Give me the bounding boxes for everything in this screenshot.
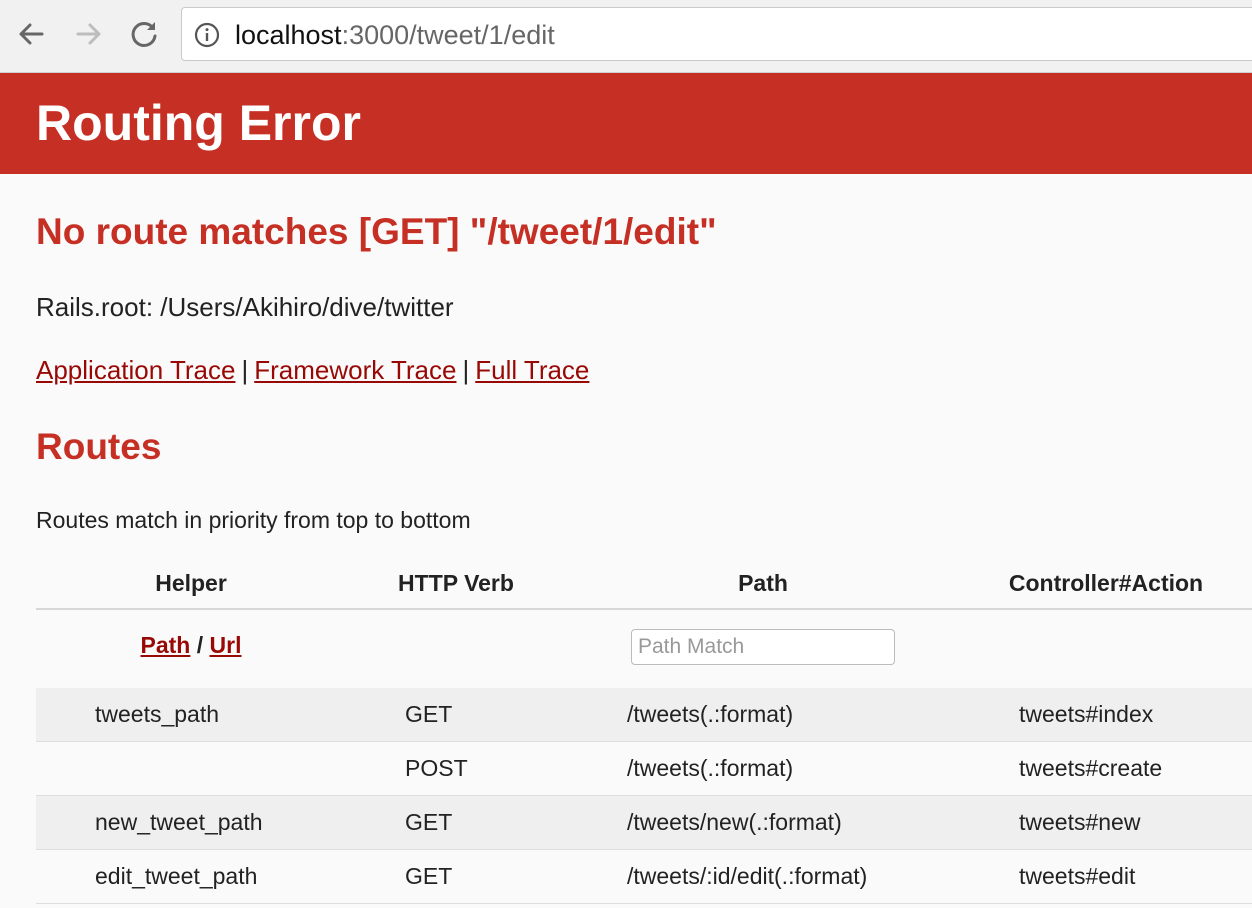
back-button[interactable] — [12, 14, 52, 54]
url-path: :3000/tweet/1/edit — [341, 20, 555, 50]
table-row: POST /tweets(.:format) tweets#create — [36, 742, 1252, 796]
forward-button[interactable] — [68, 14, 108, 54]
rails-root: Rails.root: /Users/Akihiro/dive/twitter — [36, 292, 454, 322]
cell-path: /tweets/:id/edit(.:format) — [627, 863, 868, 889]
browser-toolbar: localhost:3000/tweet/1/edit — [0, 0, 1252, 73]
url-link[interactable]: Url — [210, 632, 242, 658]
cell-path: /tweets(.:format) — [627, 755, 794, 781]
header-helper: Helper — [155, 570, 227, 596]
reload-icon — [131, 21, 157, 47]
routes-table: Helper HTTP Verb Path Controller#Action … — [36, 562, 1252, 904]
address-bar[interactable]: localhost:3000/tweet/1/edit — [181, 7, 1252, 61]
cell-verb: POST — [405, 755, 468, 781]
route-error-message: No route matches [GET] "/tweet/1/edit" — [36, 211, 717, 252]
cell-action: tweets#index — [1019, 701, 1154, 727]
routes-heading: Routes — [36, 426, 162, 467]
table-row: edit_tweet_path GET /tweets/:id/edit(.:f… — [36, 850, 1252, 904]
path-url-toggle: Path / Url — [36, 632, 346, 659]
cell-verb: GET — [405, 809, 453, 835]
info-icon[interactable] — [194, 22, 220, 48]
header-http-verb: HTTP Verb — [398, 570, 514, 596]
priority-note: Routes match in priority from top to bot… — [36, 507, 471, 533]
cell-helper: tweets_path — [95, 701, 220, 727]
reload-button[interactable] — [124, 14, 164, 54]
path-link[interactable]: Path — [141, 632, 191, 658]
cell-action: tweets#create — [1019, 755, 1163, 781]
trace-separator: | — [241, 355, 249, 385]
cell-action: tweets#new — [1019, 809, 1141, 835]
trace-links: Application Trace | Framework Trace | Full T… — [36, 354, 589, 386]
url-host: localhost — [235, 20, 342, 50]
filter-row: Path / Url — [36, 610, 1252, 688]
url-text: localhost:3000/tweet/1/edit — [235, 20, 555, 50]
page-title: Routing Error — [36, 95, 361, 151]
header-path: Path — [738, 570, 788, 596]
trace-separator: | — [462, 355, 470, 385]
cell-verb: GET — [405, 701, 453, 727]
framework-trace-link[interactable]: Framework Trace — [254, 355, 456, 385]
path-match-input[interactable] — [631, 629, 895, 665]
cell-helper: edit_tweet_path — [95, 863, 258, 889]
back-arrow-icon — [19, 23, 44, 45]
header-controller-action: Controller#Action — [1008, 570, 1204, 596]
cell-path: /tweets/new(.:format) — [627, 809, 842, 835]
path-url-separator: / — [196, 632, 204, 658]
table-header: Helper HTTP Verb Path Controller#Action — [36, 562, 1252, 610]
full-trace-link[interactable]: Full Trace — [475, 355, 589, 385]
cell-action: tweets#edit — [1019, 863, 1136, 889]
cell-helper: new_tweet_path — [95, 809, 263, 835]
cell-path: /tweets(.:format) — [627, 701, 794, 727]
table-row: new_tweet_path GET /tweets/new(.:format)… — [36, 796, 1252, 850]
application-trace-link[interactable]: Application Trace — [36, 355, 235, 385]
table-row: tweets_path GET /tweets(.:format) tweets… — [36, 688, 1252, 742]
forward-arrow-icon — [76, 23, 101, 45]
error-header: Routing Error — [0, 73, 1252, 174]
cell-verb: GET — [405, 863, 453, 889]
